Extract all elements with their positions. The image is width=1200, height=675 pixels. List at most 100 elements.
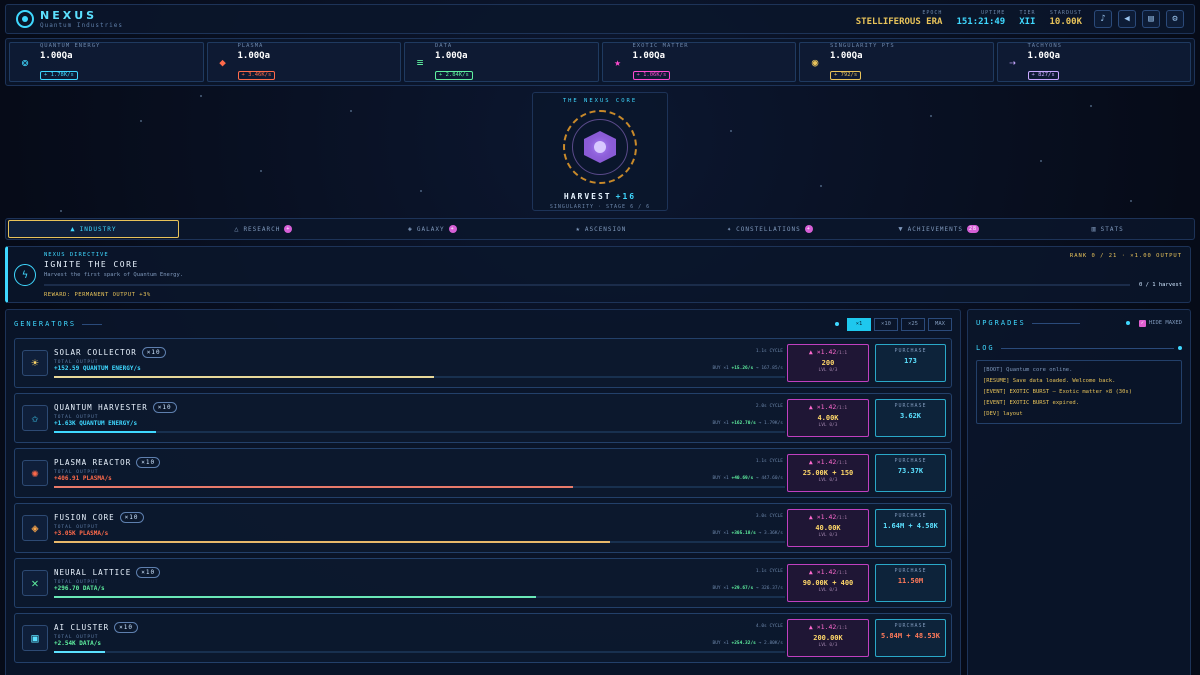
multiplier-upgrade-button[interactable]: ▲ ×1.42/1:1 40.00K LVL 0/3: [787, 509, 869, 547]
buy-preview-prefix: BUY ×1: [712, 641, 729, 646]
tab-industry[interactable]: ▲ INDUSTRY: [8, 220, 179, 238]
header-stat-label: EPOCH: [922, 10, 943, 16]
resource-plasma: ◆ PLASMA 1.00Qa + 3.46K/s: [206, 42, 401, 82]
nexus-logo-icon: [16, 10, 34, 28]
multiplier-cost: 40.00K: [815, 523, 841, 532]
generator-ai-cluster: ▣ AI CLUSTER ×10 TOTAL OUTPUT +2.54K DATA/s 4…: [14, 613, 952, 663]
tab-ascension[interactable]: ★ ASCENSION: [517, 220, 686, 238]
tab-constellations[interactable]: ✦ CONSTELLATIONS +: [685, 220, 854, 238]
purchase-button[interactable]: PURCHASE 5.84M + 48.53K: [875, 619, 946, 657]
resource-tachyons: ⇢ TACHYONS 1.00Qa + 827/s: [996, 42, 1191, 82]
header-stat-stardust: STARDUST 10.00K: [1049, 11, 1082, 27]
directive-title: IGNITE THE CORE: [44, 260, 139, 269]
quantity-selector: ×1 ×10 ×25 MAX: [835, 317, 952, 331]
quantity-button[interactable]: ×25: [901, 317, 925, 331]
hide-maxed-label: HIDE MAXED: [1148, 320, 1182, 326]
multiplier-unit: /1:1: [836, 626, 848, 631]
multiplier-unit: /1:1: [836, 516, 848, 521]
generator-plasma-reactor: ✺ PLASMA REACTOR ×10 TOTAL OUTPUT +406.91 PL…: [14, 448, 952, 498]
header-stat-epoch: EPOCH STELLIFEROUS ERA: [856, 11, 943, 27]
header-buttons: ♪ ◀ ▤ ⚙: [1094, 10, 1184, 28]
tachyon-icon: ⇢: [1009, 55, 1016, 69]
multiplier-upgrade-button[interactable]: ▲ ×1.42/1:1 200 LVL 0/3: [787, 344, 869, 382]
tab-label: RESEARCH: [243, 225, 281, 233]
ascension-star-icon: ★: [575, 225, 581, 233]
directive-progress-text: 0 / 1 harvest: [1138, 282, 1182, 288]
cycle-progress-bar: [54, 376, 785, 378]
buy-preview: BUY ×1 +29.67/s → 326.37/s: [713, 586, 783, 591]
multiplier-level: LVL 0/3: [818, 477, 838, 483]
generator-fusion-core: ◈ FUSION CORE ×10 TOTAL OUTPUT +3.05K PLASMA…: [14, 503, 952, 553]
tab-galaxy[interactable]: ◈ GALAXY +: [348, 220, 517, 238]
purchase-button[interactable]: PURCHASE 3.62K: [875, 399, 946, 437]
generator-output: +406.91 PLASMA/s: [54, 475, 112, 482]
log-title: LOG: [976, 344, 995, 352]
buy-preview-prefix: BUY ×1: [712, 366, 729, 371]
trophy-icon: ▼: [898, 225, 904, 233]
owned-badge: ×10: [136, 567, 161, 578]
quantity-button[interactable]: MAX: [928, 317, 952, 331]
log-entry: [EVENT] EXOTIC BURST — Exotic matter ×8 …: [983, 389, 1133, 395]
resource-quantum-energy: ❂ QUANTUM ENERGY 1.00Qa + 1.78K/s: [9, 42, 204, 82]
hide-maxed-checkbox[interactable]: ✓: [1138, 319, 1146, 327]
purchase-cost: 11.50M: [897, 576, 924, 585]
purchase-button[interactable]: PURCHASE 11.50M: [875, 564, 946, 602]
multiplier-value: ▲ ×1.42: [808, 348, 837, 356]
cycle-progress-bar: [54, 651, 785, 653]
header-stat-value: STELLIFEROUS ERA: [855, 17, 943, 27]
settings-button[interactable]: ⚙: [1166, 10, 1184, 28]
generator-quantum-harvester: ✩ QUANTUM HARVESTER ×10 TOTAL OUTPUT +1.63K …: [14, 393, 952, 443]
cycle-progress-bar: [54, 431, 785, 433]
resource-exotic-matter: ★ EXOTIC MATTER 1.00Qa + 1.06K/s: [601, 42, 796, 82]
tab-label: GALAXY: [416, 225, 445, 233]
tab-label: CONSTELLATIONS: [736, 225, 801, 233]
multiplier-upgrade-button[interactable]: ▲ ×1.42/1:1 200.00K LVL 0/3: [787, 619, 869, 657]
lightning-icon: ϟ: [14, 264, 36, 286]
resource-label: PLASMA: [237, 43, 264, 49]
app-name: NEXUS: [40, 8, 98, 22]
purchase-label: PURCHASE: [894, 458, 927, 464]
notes-button[interactable]: ▤: [1142, 10, 1160, 28]
header-stat-value: XII: [1019, 17, 1036, 27]
sun-icon: ☀: [22, 350, 48, 376]
multiplier-upgrade-button[interactable]: ▲ ×1.42/1:1 90.00K + 400 LVL 0/3: [787, 564, 869, 602]
harvest-button[interactable]: HARVEST +16: [533, 192, 667, 201]
cycle-time: 4.0s CYCLE: [755, 624, 783, 629]
tab-badge: 28: [967, 225, 980, 233]
resource-bar: ❂ QUANTUM ENERGY 1.00Qa + 1.78K/s ◆ PLASMA 1.0…: [5, 38, 1195, 86]
resource-rate: + 827/s: [1027, 70, 1059, 80]
purchase-button[interactable]: PURCHASE 73.37K: [875, 454, 946, 492]
cycle-time: 1.1s CYCLE: [755, 349, 783, 354]
resource-label: DATA: [435, 43, 453, 49]
core-orb-icon[interactable]: [563, 110, 637, 184]
generator-name: NEURAL LATTICE: [54, 568, 132, 577]
buy-preview-total: → 447.60/s: [755, 476, 783, 481]
purchase-button[interactable]: PURCHASE 173: [875, 344, 946, 382]
multiplier-upgrade-button[interactable]: ▲ ×1.42/1:1 4.00K LVL 0/3: [787, 399, 869, 437]
tab-stats[interactable]: ▥ STATS: [1023, 220, 1192, 238]
header-stat-label: TIER: [1019, 10, 1036, 16]
resource-value: 1.00Qa: [1027, 50, 1061, 61]
purchase-button[interactable]: PURCHASE 1.64M + 4.58K: [875, 509, 946, 547]
generator-output: +152.59 QUANTUM ENERGY/s: [54, 365, 141, 372]
music-button[interactable]: ♪: [1094, 10, 1112, 28]
tab-achievements[interactable]: ▼ ACHIEVEMENTS 28: [854, 220, 1023, 238]
buy-preview-total: → 167.85/s: [755, 366, 783, 371]
header-stat-value: 151:21:49: [956, 17, 1006, 27]
quantity-button[interactable]: ×1: [847, 317, 871, 331]
nexus-core-panel[interactable]: THE NEXUS CORE HARVEST +16 SINGULARITY · …: [532, 92, 668, 211]
multiplier-upgrade-button[interactable]: ▲ ×1.42/1:1 25.00K + 150 LVL 0/3: [787, 454, 869, 492]
generator-output: +2.54K DATA/s: [54, 640, 101, 647]
resource-rate: + 1.78K/s: [40, 70, 78, 80]
owned-badge: ×10: [141, 347, 166, 358]
buy-preview: BUY ×1 +305.18/s → 3.36K/s: [713, 531, 783, 536]
sound-button[interactable]: ◀: [1118, 10, 1136, 28]
multiplier-level: LVL 0/3: [818, 367, 838, 373]
multiplier-level: LVL 0/3: [818, 587, 838, 593]
quantity-button[interactable]: ×10: [874, 317, 898, 331]
tab-research[interactable]: △ RESEARCH +: [179, 220, 348, 238]
hide-maxed-toggle[interactable]: ✓ HIDE MAXED: [1125, 319, 1182, 327]
buy-preview: BUY ×1 +162.70/s → 1.79K/s: [713, 421, 783, 426]
purchase-cost: 5.84M + 48.53K: [880, 631, 940, 640]
resource-rate: + 1.06K/s: [632, 70, 671, 80]
